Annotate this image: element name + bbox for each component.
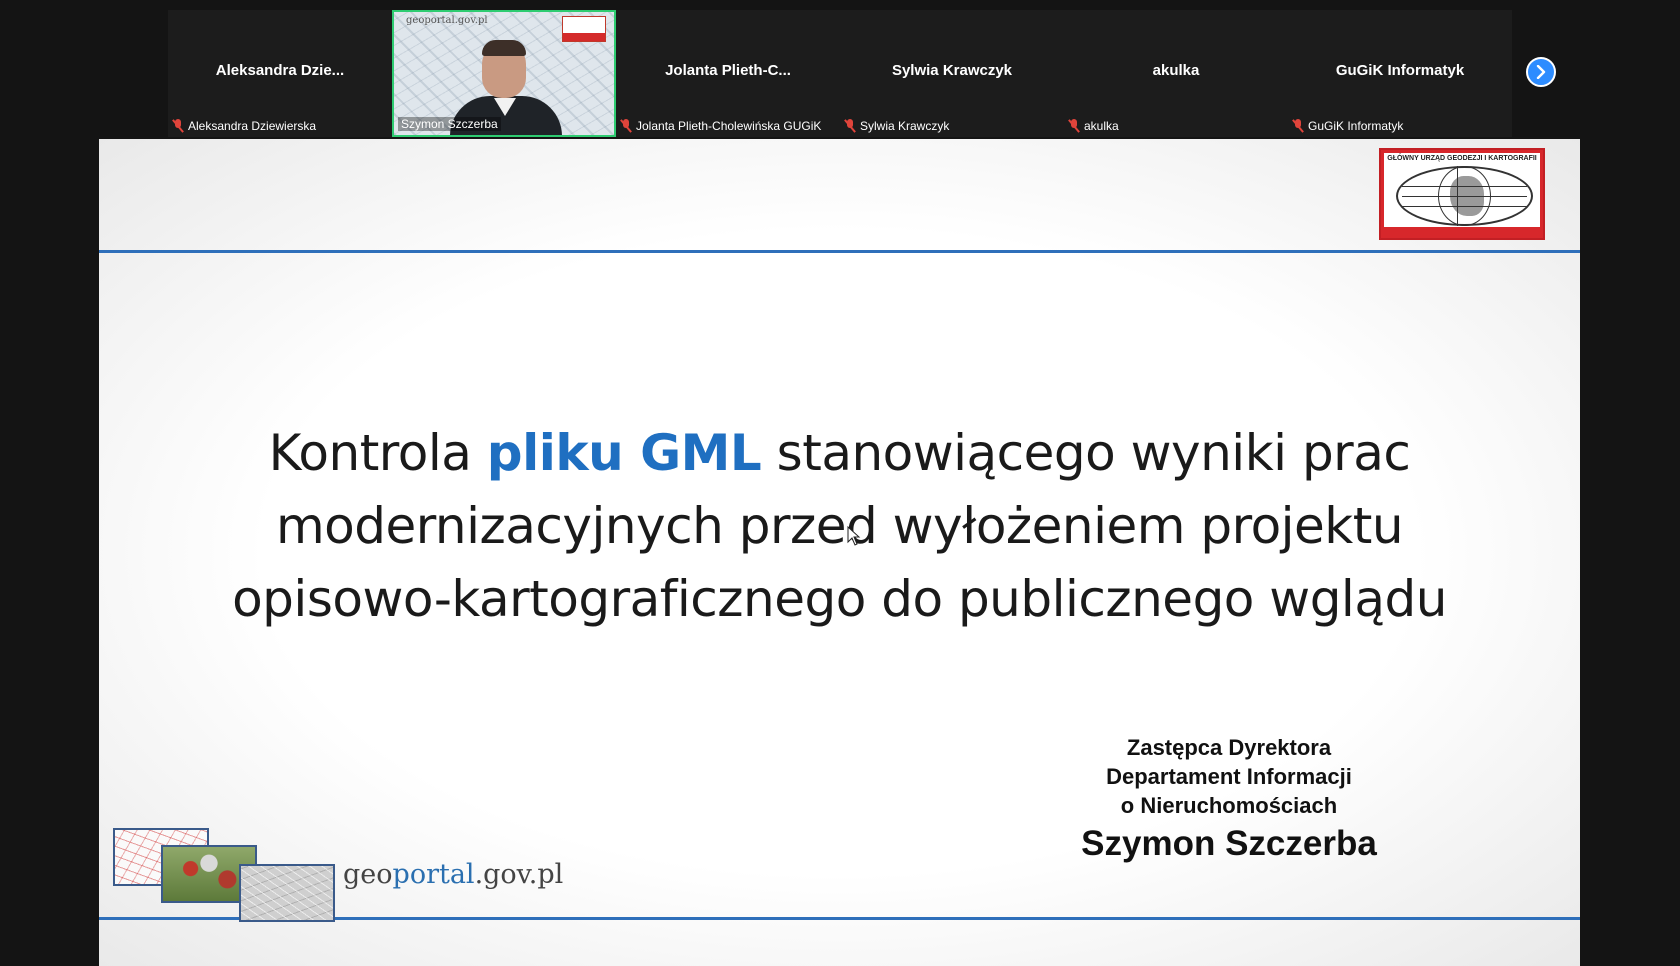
participant-tile[interactable]: GuGiK Informatyk GuGiK Informatyk	[1288, 10, 1512, 137]
participant-tile[interactable]: akulka akulka	[1064, 10, 1288, 137]
participant-tile[interactable]: Sylwia Krawczyk Sylwia Krawczyk	[840, 10, 1064, 137]
title-text: stanowiącego wyniki prac	[761, 424, 1411, 482]
presenter-department-line2: o Nieruchomościach	[1120, 793, 1338, 818]
participant-name: GuGiK Informatyk	[1308, 119, 1404, 133]
participant-label: akulka	[1068, 119, 1119, 133]
presenter-block: Zastępca Dyrektora Departament Informacj…	[989, 733, 1469, 866]
globe-icon	[1396, 166, 1533, 226]
brand-suffix: .gov.pl	[474, 859, 564, 890]
participant-name: Jolanta Plieth-Cholewińska GUGiK	[636, 119, 822, 133]
participant-name: Szymon Szczerba	[401, 117, 498, 131]
participant-label: Jolanta Plieth-Cholewińska GUGiK	[620, 119, 821, 133]
presenter-role: Zastępca Dyrektora	[1126, 735, 1332, 760]
title-text: Kontrola	[268, 424, 487, 482]
participant-display-name: akulka	[1152, 62, 1200, 79]
participant-label: GuGiK Informatyk	[1292, 119, 1403, 133]
participant-tile[interactable]: Aleksandra Dzie... Aleksandra Dziewiersk…	[168, 10, 392, 137]
shared-screen-slide: GŁÓWNY URZĄD GEODEZJI I KARTOGRAFII Kont…	[99, 139, 1580, 966]
brand-portal: portal	[392, 859, 475, 890]
mic-muted-icon	[1292, 119, 1304, 133]
slide-rule-top	[99, 250, 1580, 253]
mic-muted-icon	[844, 119, 856, 133]
next-participants-button[interactable]	[1526, 57, 1556, 87]
brand-prefix: geo	[343, 859, 393, 890]
presenter-department: Departament Informacji	[1106, 764, 1352, 789]
title-line-2: modernizacyjnych przed wyłożeniem projek…	[275, 497, 1404, 555]
participant-display-name: GuGiK Informatyk	[1335, 62, 1465, 79]
person-hair	[482, 40, 526, 56]
logo-text: GŁÓWNY URZĄD GEODEZJI I KARTOGRAFII	[1387, 155, 1537, 162]
participant-strip: Aleksandra Dzie... Aleksandra Dziewiersk…	[168, 10, 1512, 137]
participant-name: Aleksandra Dziewierska	[188, 119, 317, 133]
participant-tile-active-speaker[interactable]: geoportal.gov.pl Szymon Szczerba	[392, 10, 616, 137]
mic-muted-icon	[172, 119, 184, 133]
slide-title: Kontrola pliku GML stanowiącego wyniki p…	[99, 417, 1580, 636]
chevron-right-icon	[1536, 65, 1546, 79]
map-thumbnails	[113, 828, 343, 928]
geoportal-brand: geoportal.gov.pl	[343, 859, 563, 890]
participant-display-name: Aleksandra Dzie...	[215, 62, 345, 79]
video-logo	[562, 16, 606, 42]
presenter-name: Szymon Szczerba	[1081, 824, 1377, 863]
title-line-1: Kontrola pliku GML stanowiącego wyniki p…	[99, 417, 1580, 490]
gugik-logo: GŁÓWNY URZĄD GEODEZJI I KARTOGRAFII	[1379, 148, 1545, 240]
participant-tile[interactable]: Jolanta Plieth-C... Jolanta Plieth-Chole…	[616, 10, 840, 137]
video-overlay-text: geoportal.gov.pl	[406, 15, 488, 26]
participant-label: Sylwia Krawczyk	[844, 119, 949, 133]
mic-muted-icon	[1068, 119, 1080, 133]
mic-muted-icon	[620, 119, 632, 133]
title-highlight: pliku GML	[486, 424, 762, 482]
participant-name: Sylwia Krawczyk	[860, 119, 950, 133]
terrain-thumbnail	[239, 864, 335, 922]
participant-label: Aleksandra Dziewierska	[172, 119, 316, 133]
title-line-3: opisowo-kartograficznego do publicznego …	[232, 570, 1447, 628]
participant-label: Szymon Szczerba	[398, 117, 501, 131]
participant-name: akulka	[1084, 119, 1119, 133]
participant-display-name: Jolanta Plieth-C...	[665, 62, 791, 79]
participant-display-name: Sylwia Krawczyk	[891, 62, 1013, 79]
